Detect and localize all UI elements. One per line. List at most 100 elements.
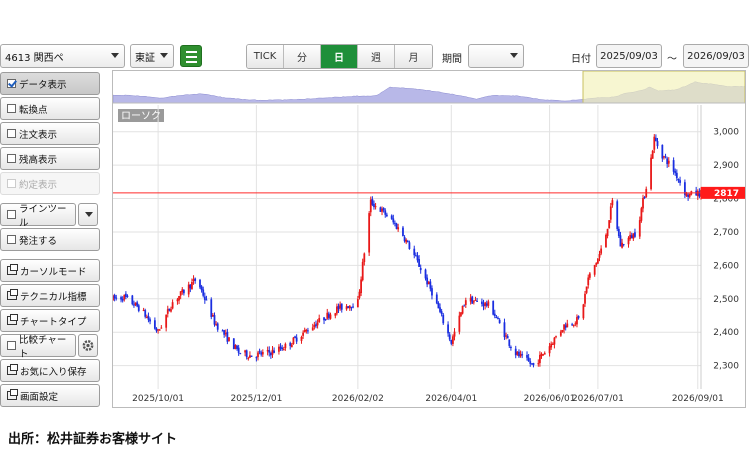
- tab-day[interactable]: 日: [321, 45, 358, 68]
- sidebar-item-compare-chart[interactable]: 比較チャート: [0, 334, 76, 360]
- window-icon: [7, 314, 18, 325]
- candle-body: [429, 281, 432, 289]
- candle-body: [572, 324, 575, 326]
- candle-body: [608, 220, 611, 229]
- candle-body: [627, 237, 630, 245]
- candle-body: [664, 156, 667, 158]
- candle-body: [419, 267, 422, 271]
- candle-body: [585, 286, 588, 293]
- candle-body: [153, 320, 156, 329]
- x-tick-label: 2026/09/01: [672, 394, 724, 404]
- candle-body: [588, 273, 591, 278]
- candle-body: [113, 295, 116, 299]
- sidebar-item-cursor-mode[interactable]: カーソルモード: [0, 259, 100, 282]
- candle-body: [510, 346, 512, 349]
- candle-body: [437, 302, 440, 309]
- candle-body: [392, 218, 395, 223]
- candle-body: [131, 295, 134, 305]
- candle-body: [191, 282, 193, 290]
- line-tool-dropdown[interactable]: [78, 203, 98, 226]
- candle-body: [213, 315, 216, 325]
- candle-body: [368, 213, 371, 253]
- candle-body: [440, 311, 443, 314]
- candle-body: [571, 324, 574, 326]
- candle-body: [584, 293, 586, 304]
- sidebar-item-data-display[interactable]: データ表示: [0, 72, 100, 95]
- candle-body: [178, 295, 180, 301]
- navigator-selection[interactable]: [582, 70, 746, 104]
- y-tick-label: 2,500: [713, 295, 739, 305]
- candle-body: [300, 337, 303, 341]
- period-select[interactable]: [468, 44, 524, 68]
- date-from-input[interactable]: 2025/09/03: [596, 44, 662, 68]
- candle-body: [616, 201, 619, 229]
- candle-body: [155, 328, 158, 332]
- candle-body: [157, 329, 160, 331]
- compare-chart-settings-button[interactable]: [78, 334, 98, 357]
- candle-body: [663, 156, 665, 158]
- candle-body: [687, 194, 690, 197]
- sidebar-item-place-order[interactable]: 発注する: [0, 228, 100, 251]
- period-label: 期間: [442, 54, 462, 65]
- candle-body: [340, 303, 343, 310]
- candle-body: [532, 362, 535, 366]
- date-to-input[interactable]: 2026/09/03: [683, 44, 749, 68]
- tab-minute[interactable]: 分: [284, 45, 321, 68]
- sidebar-item-technical-indicator[interactable]: テクニカル指標: [0, 284, 100, 307]
- candle-body: [519, 353, 522, 357]
- list-button[interactable]: [180, 45, 202, 67]
- tab-week[interactable]: 週: [358, 45, 395, 68]
- candle-body: [416, 255, 419, 261]
- candle-body: [134, 302, 137, 306]
- price-chart[interactable]: ローソク 3,000 2,900 2,800 2,700 2,600 2,500 2,400…: [112, 70, 746, 408]
- tab-month[interactable]: 月: [395, 45, 432, 68]
- candle-body: [514, 348, 517, 356]
- candle-body: [672, 160, 675, 172]
- candle-body: [215, 324, 218, 326]
- sidebar-item-label: 約定表示: [19, 179, 58, 191]
- candle-body: [216, 323, 219, 330]
- candlestick-chart[interactable]: ローソク 3,0002,9002,8002,7002,6002,5002,400…: [112, 70, 746, 407]
- sidebar-item-chart-type[interactable]: チャートタイプ: [0, 309, 100, 332]
- candle-body: [677, 178, 680, 180]
- tab-tick[interactable]: TICK: [247, 45, 284, 68]
- candle-body: [632, 233, 635, 239]
- candle-body: [476, 300, 478, 302]
- candle-body: [576, 317, 578, 325]
- candle-body: [303, 330, 306, 333]
- x-tick-label: 2025/10/01: [132, 394, 184, 404]
- sidebar-item-screen-settings[interactable]: 画面設定: [0, 384, 100, 407]
- chart-grid: [113, 105, 702, 389]
- sidebar-item-balance-display[interactable]: 残高表示: [0, 147, 100, 170]
- candle-body: [245, 350, 248, 358]
- candle-body: [481, 301, 483, 304]
- sidebar-item-label: 転換点: [19, 104, 48, 116]
- stock-select[interactable]: 4613 関西ペ: [0, 44, 125, 68]
- x-tick-label: 2026/02/02: [332, 394, 384, 404]
- candle-body: [629, 234, 632, 240]
- candle-body: [266, 349, 269, 352]
- candle-body: [595, 262, 598, 265]
- navigator-bar[interactable]: [112, 70, 746, 104]
- candle-body: [133, 304, 135, 306]
- candle-body: [464, 300, 467, 305]
- market-select[interactable]: 東証: [130, 44, 174, 68]
- candle-body: [258, 351, 261, 353]
- candle-body: [244, 350, 246, 353]
- candle-body: [281, 347, 284, 350]
- candle-body: [382, 207, 385, 211]
- sidebar-item-line-tool[interactable]: ラインツール: [0, 203, 76, 229]
- source-caption: 出所：松井証券お客様サイト: [8, 432, 178, 447]
- candle-body: [555, 336, 557, 338]
- candle-body: [234, 344, 237, 349]
- sidebar-item-label: チャートタイプ: [20, 316, 87, 328]
- checkbox-icon: [7, 154, 16, 163]
- sidebar-item-turning-point[interactable]: 転換点: [0, 97, 100, 120]
- x-tick-label: 2026/07/01: [572, 394, 624, 404]
- sidebar-item-order-display[interactable]: 注文表示: [0, 122, 100, 145]
- candle-body: [617, 228, 620, 236]
- sidebar-item-save-favorite[interactable]: お気に入り保存: [0, 359, 100, 382]
- sidebar-item-label: お気に入り保存: [20, 366, 87, 378]
- candle-body: [200, 286, 203, 291]
- candle-body: [521, 354, 524, 356]
